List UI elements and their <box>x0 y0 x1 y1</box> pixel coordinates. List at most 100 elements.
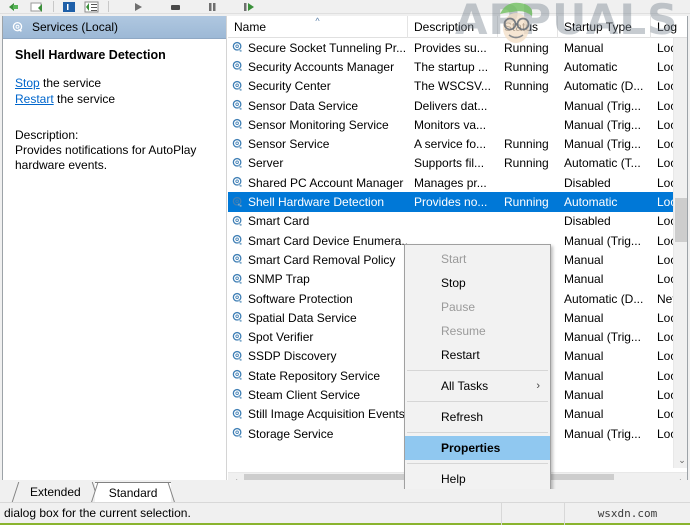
table-row[interactable]: Sensor Service A service fo... Running Manu… <box>228 134 687 153</box>
context-menu-item-start: Start <box>405 247 550 271</box>
context-menu-item-stop[interactable]: Stop <box>405 271 550 295</box>
cell-startup-type: Disabled <box>564 214 611 229</box>
context-menu-item-refresh[interactable]: Refresh <box>405 405 550 429</box>
cell-startup-type: Manual <box>564 40 604 55</box>
cell-service-name: Secure Socket Tunneling Pr... <box>228 41 408 55</box>
service-name-label: Secure Socket Tunneling Pr... <box>248 40 407 55</box>
column-header-row: ^ Name Description Status Startup Type L… <box>228 16 687 38</box>
restart-service-suffix: the service <box>53 92 116 106</box>
table-row[interactable]: Shell Hardware Detection Provides no... Ru… <box>228 192 687 212</box>
cell-description: Monitors va... <box>414 117 487 132</box>
context-menu-item-properties[interactable]: Properties <box>405 436 550 460</box>
service-gear-icon <box>231 369 244 382</box>
cell-startup-type: Automatic (D... <box>564 79 644 94</box>
cell-service-name: Steam Client Service <box>228 388 408 402</box>
restart-service-icon[interactable] <box>239 0 259 13</box>
cell-status: Running <box>504 137 549 152</box>
service-name-label: Still Image Acquisition Events <box>248 407 405 422</box>
context-menu-item-restart[interactable]: Restart <box>405 343 550 367</box>
cell-description: Supports fil... <box>414 156 485 171</box>
service-gear-icon <box>231 99 244 112</box>
properties-icon[interactable] <box>82 0 102 13</box>
service-gear-icon <box>231 408 244 421</box>
service-gear-icon <box>231 350 244 363</box>
gear-icon <box>11 21 24 34</box>
back-icon[interactable] <box>4 0 24 13</box>
cell-service-name: SNMP Trap <box>228 272 408 286</box>
column-header-startup-type[interactable]: Startup Type <box>558 16 651 38</box>
service-gear-icon <box>231 176 244 189</box>
cell-service-name: Sensor Service <box>228 137 408 151</box>
scroll-down-icon[interactable]: ⌄ <box>674 452 687 468</box>
cell-startup-type: Automatic <box>564 59 618 74</box>
service-gear-icon <box>231 138 244 151</box>
column-header-status[interactable]: Status <box>498 16 558 38</box>
cell-service-name: Security Accounts Manager <box>228 60 408 74</box>
show-hide-console-tree-icon[interactable] <box>59 0 79 13</box>
cell-status: Running <box>504 59 549 74</box>
left-pane-header: Services (Local) <box>3 16 226 39</box>
service-gear-icon <box>231 215 244 228</box>
column-header-description-label: Description <box>414 20 475 34</box>
cell-description: Provides no... <box>414 195 488 210</box>
service-name-label: Smart Card <box>248 214 310 229</box>
context-menu-item-label: Restart <box>441 348 480 362</box>
service-name-label: Spot Verifier <box>248 330 314 345</box>
table-row[interactable]: Secure Socket Tunneling Pr... Provides su… <box>228 38 687 57</box>
cell-service-name: Sensor Data Service <box>228 99 408 113</box>
context-menu-separator <box>407 370 548 371</box>
status-bar-text: dialog box for the current selection. <box>4 506 191 520</box>
service-name-label: State Repository Service <box>248 368 381 383</box>
service-gear-icon <box>231 234 244 247</box>
column-header-name[interactable]: ^ Name <box>228 16 408 38</box>
vertical-scrollbar-thumb[interactable] <box>675 198 687 242</box>
table-row[interactable]: Shared PC Account Manager Manages pr... Di… <box>228 173 687 192</box>
stop-service-link[interactable]: Stop <box>15 76 40 90</box>
context-menu-item-label: Stop <box>441 276 466 290</box>
table-row[interactable]: Sensor Monitoring Service Monitors va... M… <box>228 115 687 134</box>
service-name-label: Spatial Data Service <box>248 310 357 325</box>
stop-service-icon[interactable] <box>165 0 185 13</box>
context-menu-item-label: Refresh <box>441 410 484 424</box>
context-menu-item-help[interactable]: Help <box>405 467 550 489</box>
cell-startup-type: Automatic <box>564 195 618 210</box>
cell-startup-type: Manual <box>564 368 604 383</box>
column-header-description[interactable]: Description <box>408 16 498 38</box>
vertical-scrollbar[interactable]: ⌄ <box>673 38 687 468</box>
table-row[interactable]: Sensor Data Service Delivers dat... Manual… <box>228 96 687 115</box>
service-name-label: SSDP Discovery <box>248 349 337 364</box>
restart-service-link[interactable]: Restart <box>15 92 54 106</box>
cell-service-name: Smart Card <box>228 214 408 228</box>
pause-service-icon[interactable] <box>202 0 222 13</box>
start-service-icon[interactable] <box>128 0 148 13</box>
service-name-label: Sensor Monitoring Service <box>248 117 389 132</box>
service-gear-icon <box>231 41 244 54</box>
context-menu-item-label: Start <box>441 252 467 266</box>
service-gear-icon <box>231 80 244 93</box>
column-header-log-on-as[interactable]: Log <box>651 16 687 38</box>
table-row[interactable]: Smart Card Disabled Loc <box>228 212 687 231</box>
tab-extended[interactable]: Extended <box>16 482 95 502</box>
service-context-menu[interactable]: Start Stop Pause Resume Restart All Tasks › Ref… <box>404 244 551 489</box>
cell-service-name: SSDP Discovery <box>228 349 408 363</box>
cell-startup-type: Manual (Trig... <box>564 233 641 248</box>
forward-icon[interactable] <box>27 0 47 13</box>
service-name-label: Shared PC Account Manager <box>248 175 404 190</box>
cell-service-name: State Repository Service <box>228 369 408 383</box>
context-menu-item-label: Resume <box>441 324 486 338</box>
service-name-label: Steam Client Service <box>248 387 361 402</box>
description-block: Description: Provides notifications for … <box>15 128 216 173</box>
service-gear-icon <box>231 60 244 73</box>
toolbar-separator-2 <box>108 1 109 12</box>
table-row[interactable]: Security Center The WSCSV... Running Automa… <box>228 77 687 96</box>
cell-service-name: Smart Card Removal Policy <box>228 253 408 267</box>
tab-standard[interactable]: Standard <box>94 482 172 502</box>
column-header-status-label: Status <box>504 20 539 34</box>
table-row[interactable]: Server Supports fil... Running Automatic (T… <box>228 154 687 173</box>
cell-service-name: Software Protection <box>228 292 408 306</box>
context-menu-item-all-tasks[interactable]: All Tasks › <box>405 374 550 398</box>
service-name-label: Sensor Data Service <box>248 98 359 113</box>
cell-status: Running <box>504 156 549 171</box>
cell-description: Manages pr... <box>414 175 487 190</box>
table-row[interactable]: Security Accounts Manager The startup ...… <box>228 57 687 76</box>
